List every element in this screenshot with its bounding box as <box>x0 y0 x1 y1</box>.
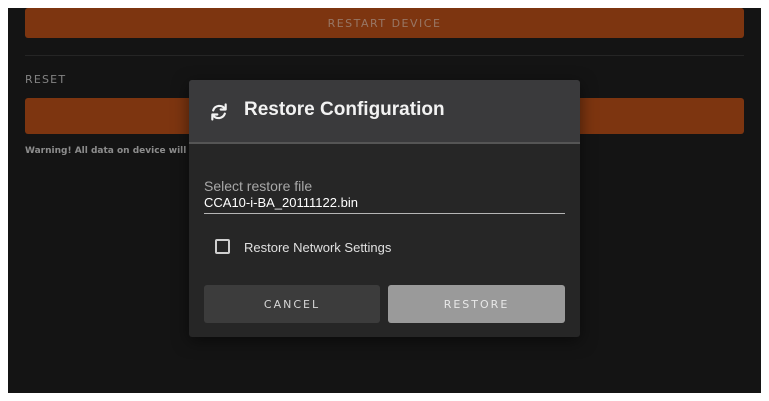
settings-screen: RESTART DEVICE RESET Warning! All data o… <box>8 8 761 393</box>
restore-file-input[interactable]: CCA10-i-BA_20111122.bin <box>204 195 358 210</box>
cancel-button[interactable]: CANCEL <box>204 285 380 323</box>
restore-network-settings-label[interactable]: Restore Network Settings <box>244 240 391 255</box>
restore-configuration-dialog: Restore Configuration Select restore fil… <box>189 80 580 337</box>
restore-file-underline <box>204 213 565 214</box>
restore-network-settings-checkbox[interactable] <box>215 239 230 254</box>
restore-file-label: Select restore file <box>204 178 313 194</box>
restore-button[interactable]: RESTORE <box>388 285 565 323</box>
refresh-icon <box>211 103 227 121</box>
dialog-header: Restore Configuration <box>189 80 580 144</box>
dialog-title: Restore Configuration <box>244 99 445 120</box>
